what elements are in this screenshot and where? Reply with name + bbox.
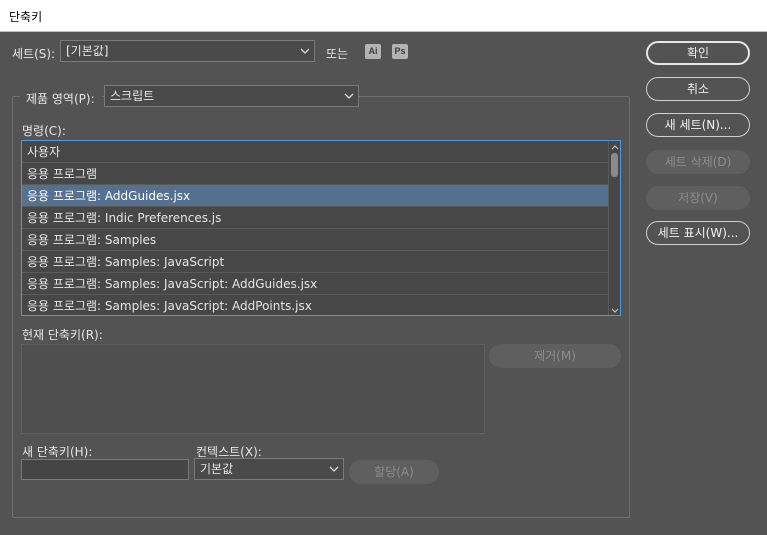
photoshop-icon[interactable]: Ps [392, 44, 408, 59]
window-title: 단축키 [9, 10, 43, 24]
chevron-down-icon [344, 86, 354, 106]
set-dropdown[interactable]: [기본값] [60, 40, 315, 62]
list-item[interactable]: 응용 프로그램: Samples: JavaScript [22, 251, 609, 273]
set-dropdown-value: [기본값] [66, 44, 109, 58]
list-item[interactable]: 응용 프로그램 [22, 163, 609, 185]
context-value: 기본값 [200, 462, 234, 476]
product-area-value: 스크립트 [110, 89, 155, 103]
list-item[interactable]: 응용 프로그램: Samples: JavaScript: AddPoints.… [22, 295, 609, 315]
list-item[interactable]: 사용자 [22, 141, 609, 163]
commands-label: 명령(C): [22, 124, 66, 138]
new-shortcut-label: 새 단축키(H): [22, 445, 93, 459]
commands-list[interactable]: 사용자 응용 프로그램 응용 프로그램: AddGuides.jsx 응용 프로… [21, 140, 621, 316]
chevron-down-icon [329, 459, 339, 479]
chevron-down-icon [300, 41, 310, 61]
remove-button[interactable]: 제거(M) [489, 344, 621, 368]
list-item[interactable]: 응용 프로그램: Samples [22, 229, 609, 251]
title-bar: 단축키 [0, 0, 767, 32]
delete-set-button[interactable]: 세트 삭제(D) [646, 150, 750, 174]
cancel-button[interactable]: 취소 [646, 77, 750, 101]
current-shortcuts-list[interactable] [21, 344, 485, 434]
product-area-dropdown[interactable]: 스크립트 [104, 85, 359, 107]
list-item-selected[interactable]: 응용 프로그램: AddGuides.jsx [22, 185, 609, 207]
list-item[interactable]: 응용 프로그램: Samples: JavaScript: AddGuides.… [22, 273, 609, 295]
new-shortcut-input[interactable] [21, 459, 189, 480]
set-label: 세트(S): [12, 47, 56, 61]
or-label: 또는 [326, 47, 349, 61]
new-set-button[interactable]: 새 세트(N)... [646, 113, 750, 137]
current-shortcuts-label: 현재 단축키(R): [22, 328, 103, 342]
context-dropdown[interactable]: 기본값 [194, 458, 344, 480]
list-scrollbar[interactable] [608, 141, 620, 315]
list-item[interactable]: 응용 프로그램: Indic Preferences.js [22, 207, 609, 229]
scrollbar-thumb[interactable] [611, 153, 618, 177]
illustrator-icon[interactable]: Ai [365, 44, 381, 59]
assign-button[interactable]: 할당(A) [349, 460, 439, 484]
product-area-label: 제품 영역(P): [26, 92, 95, 106]
scroll-up-icon[interactable] [610, 142, 620, 152]
save-button[interactable]: 저장(V) [646, 186, 750, 210]
scroll-down-icon[interactable] [610, 304, 620, 314]
ok-button[interactable]: 확인 [646, 41, 750, 65]
show-set-button[interactable]: 세트 표시(W)... [646, 221, 750, 245]
